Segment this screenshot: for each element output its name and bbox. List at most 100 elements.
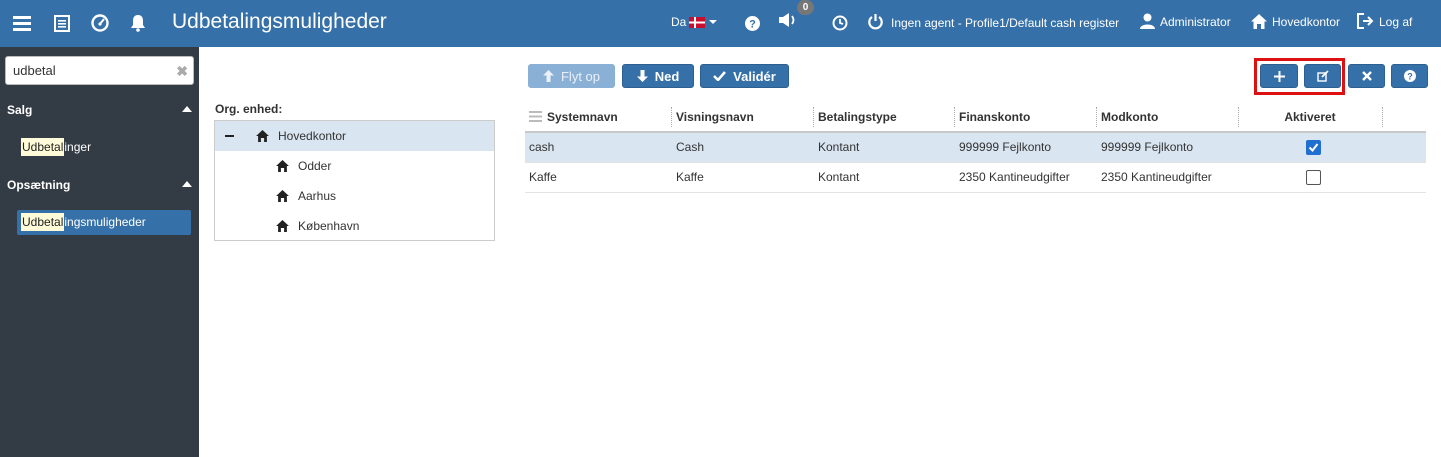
page-title: Udbetalingsmuligheder	[172, 10, 387, 33]
bell-icon[interactable]	[128, 13, 148, 33]
user-label: Administrator	[1160, 15, 1231, 29]
tree-node-label: Odder	[298, 159, 332, 173]
tree-node-kobenhavn[interactable]: København	[215, 211, 494, 241]
org-unit-tree: Hovedkontor Odder Aarhus København	[214, 120, 495, 241]
column-divider	[813, 107, 814, 127]
language-label: Da	[671, 15, 687, 29]
cell-modkonto: 999999 Fejlkonto	[1101, 140, 1194, 154]
grid-header: Systemnavn Visningsnavn Betalingstype Fi…	[525, 103, 1426, 133]
menu-icon[interactable]	[12, 13, 32, 33]
menu-search-box: ✖	[5, 56, 194, 85]
logout-link[interactable]: Log af	[1357, 13, 1412, 29]
column-header-aktiveret[interactable]: Aktiveret	[1238, 103, 1382, 131]
menu-search-input[interactable]	[6, 57, 166, 84]
table-row[interactable]: Kaffe Kaffe Kontant 2350 Kantineudgifter…	[525, 163, 1426, 193]
home-icon	[1251, 13, 1267, 29]
home-icon	[276, 220, 289, 232]
column-header-systemnavn[interactable]: Systemnavn	[547, 103, 618, 131]
caret-up-icon	[182, 181, 192, 187]
home-icon	[276, 190, 289, 202]
agent-label: Ingen agent - Profile1/Default cash regi…	[891, 15, 1120, 30]
user-icon	[1140, 13, 1155, 29]
language-selector[interactable]: Da	[671, 15, 718, 29]
help-icon[interactable]: ?	[742, 13, 762, 33]
org-unit-label: Org. enhed:	[215, 102, 283, 116]
move-down-button[interactable]: Ned	[622, 64, 694, 88]
delete-button[interactable]	[1348, 64, 1385, 88]
highlight-box	[1254, 58, 1345, 95]
sidebar-item-udbetalingsmuligheder[interactable]: Udbetalingsmuligheder	[17, 210, 191, 235]
cell-systemnavn: Kaffe	[529, 170, 557, 184]
column-divider	[954, 107, 955, 127]
notification-badge: 0	[797, 0, 814, 15]
search-match-highlight: Udbetal	[21, 213, 65, 231]
column-menu-icon[interactable]	[529, 111, 542, 122]
logout-icon	[1357, 13, 1374, 29]
tree-node-hovedkontor[interactable]: Hovedkontor	[215, 121, 494, 151]
sidebar-section-label: Salg	[7, 103, 33, 117]
office-label: Hovedkontor	[1272, 15, 1341, 29]
home-icon	[276, 160, 289, 172]
svg-text:?: ?	[1407, 72, 1413, 82]
move-up-label: Flyt op	[560, 68, 600, 84]
cell-finanskonto: 999999 Fejlkonto	[959, 140, 1052, 154]
chevron-down-icon	[709, 20, 718, 24]
sidebar: ✖ Salg Udbetalinger Opsætning Udbetaling…	[0, 47, 199, 457]
office-selector[interactable]: Hovedkontor	[1251, 13, 1340, 29]
logout-label: Log af	[1379, 15, 1413, 29]
arrow-down-icon	[636, 70, 648, 82]
column-header-finanskonto[interactable]: Finanskonto	[959, 103, 1030, 131]
table-row[interactable]: cash Cash Kontant 999999 Fejlkonto 99999…	[525, 133, 1426, 163]
cell-modkonto: 2350 Kantineudgifter	[1101, 170, 1212, 184]
column-header-betalingstype[interactable]: Betalingstype	[818, 103, 897, 131]
power-icon	[867, 13, 884, 30]
validate-label: Validér	[733, 68, 776, 84]
list-icon[interactable]	[52, 13, 72, 33]
cell-visningsnavn: Cash	[676, 140, 705, 154]
delete-icon	[1361, 71, 1372, 81]
help-button[interactable]: ?	[1391, 64, 1428, 88]
help-icon: ?	[1403, 70, 1416, 82]
clear-search-icon[interactable]: ✖	[176, 63, 188, 80]
collapse-icon[interactable]	[225, 135, 234, 137]
aktiveret-checkbox[interactable]	[1306, 140, 1321, 155]
search-match-highlight: Udbetal	[21, 138, 65, 156]
cell-betalingstype: Kontant	[818, 140, 860, 154]
sidebar-section-label: Opsætning	[7, 178, 71, 192]
aktiveret-checkbox[interactable]	[1306, 170, 1321, 185]
megaphone-icon[interactable]	[778, 10, 798, 30]
check-icon	[713, 71, 727, 81]
top-navbar: Udbetalingsmuligheder Da ? 0 Ingen agent…	[0, 0, 1441, 47]
column-header-visningsnavn[interactable]: Visningsnavn	[676, 103, 754, 131]
column-divider	[1096, 107, 1097, 127]
clock-icon[interactable]	[830, 13, 850, 33]
cell-betalingstype: Kontant	[818, 170, 860, 184]
svg-text:?: ?	[749, 18, 756, 30]
dashboard-icon[interactable]	[90, 13, 110, 33]
sidebar-item-label: inger	[64, 140, 92, 154]
arrow-up-icon	[542, 70, 554, 82]
user-menu[interactable]: Administrator	[1140, 13, 1231, 29]
sidebar-section-opsaetning[interactable]: Opsætning	[0, 171, 199, 199]
move-up-button[interactable]: Flyt op	[528, 64, 615, 88]
tree-node-label: Hovedkontor	[278, 129, 347, 143]
tree-node-aarhus[interactable]: Aarhus	[215, 181, 494, 211]
sidebar-section-salg[interactable]: Salg	[0, 96, 199, 124]
validate-button[interactable]: Validér	[700, 64, 789, 88]
caret-up-icon	[182, 106, 192, 112]
column-header-modkonto[interactable]: Modkonto	[1101, 103, 1158, 131]
flag-dk-icon	[689, 16, 706, 28]
tree-node-label: Aarhus	[298, 189, 337, 203]
agent-status[interactable]: Ingen agent - Profile1/Default cash regi…	[867, 13, 1119, 30]
column-divider	[671, 107, 672, 127]
cell-systemnavn: cash	[529, 140, 555, 154]
cell-finanskonto: 2350 Kantineudgifter	[959, 170, 1070, 184]
tree-node-odder[interactable]: Odder	[215, 151, 494, 181]
sidebar-item-udbetalinger[interactable]: Udbetalinger	[17, 135, 191, 160]
cell-visningsnavn: Kaffe	[676, 170, 704, 184]
sidebar-item-label: ingsmuligheder	[64, 215, 146, 229]
home-icon	[256, 130, 269, 142]
move-down-label: Ned	[654, 68, 680, 84]
column-divider	[1382, 107, 1383, 127]
tree-node-label: København	[298, 219, 360, 233]
